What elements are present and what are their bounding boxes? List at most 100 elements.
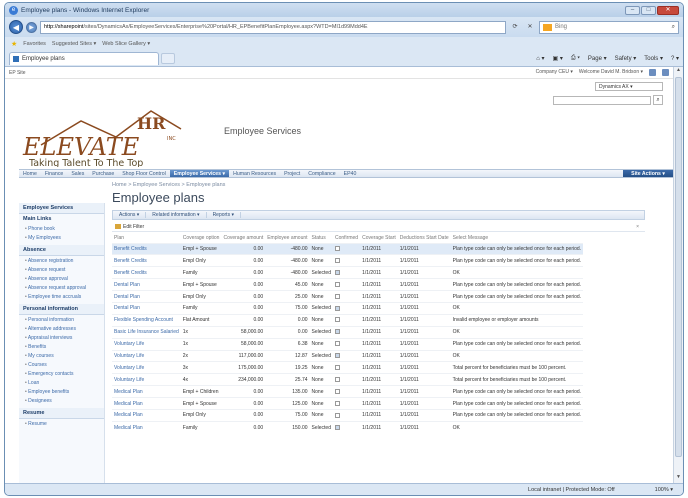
topnav-sales[interactable]: Sales [67,171,88,177]
confirmed-checkbox[interactable] [335,365,340,371]
tab-employee-plans[interactable]: Employee plans [9,52,159,65]
cell-plan[interactable]: Dental Plan [112,278,181,291]
cell-plan[interactable]: Voluntary Life [112,361,181,374]
new-tab-button[interactable] [161,53,175,64]
favorites-button[interactable]: Favorites [23,41,46,47]
confirmed-checkbox[interactable] [335,269,340,275]
home-icon[interactable]: ⌂ ▾ [536,55,544,62]
nav-header-resume[interactable]: Resume [19,408,104,419]
related-information-menu[interactable]: Related information ▾ [146,212,207,218]
cell-plan[interactable]: Benefit Credits [112,242,181,255]
table-row[interactable]: Voluntary Life 3x 175,000.00 19.25 None 1/1/2… [112,361,584,374]
confirmed-checkbox[interactable] [335,341,340,347]
minimize-button[interactable]: – [625,5,640,15]
col-plan[interactable]: Plan [112,233,181,243]
confirmed-checkbox[interactable] [335,329,340,335]
confirmed-checkbox[interactable] [335,412,340,418]
table-row[interactable]: Medical Plan Empl Only 0.00 75.00 None 1/1/20… [112,408,584,422]
col-coverage-option[interactable]: Coverage option [181,233,222,243]
table-row[interactable]: Medical Plan Family 0.00 150.00 Selected 1/1/… [112,420,584,434]
nav-item-employee-benefits[interactable]: Employee benefits [19,387,104,396]
search-icon[interactable]: ⌕ [672,24,675,31]
col-deductions-start[interactable]: Deductions Start Date [398,233,451,243]
nav-item-emergency-contacts[interactable]: Emergency contacts [19,369,104,378]
confirmed-checkbox[interactable] [335,293,340,299]
print-icon[interactable]: ⎙ ▾ [571,55,580,62]
topnav-compliance[interactable]: Compliance [304,171,339,177]
table-row[interactable]: Medical Plan Empl + Children 0.00 135.00 Non… [112,385,584,398]
nav-item-absence-request[interactable]: Absence request [19,265,104,274]
search-input[interactable]: Bing ⌕ [539,20,679,34]
cell-plan[interactable]: Voluntary Life [112,349,181,362]
topnav-finance[interactable]: Finance [41,171,67,177]
scroll-thumb[interactable] [675,77,682,457]
nav-item-appraisal-interviews[interactable]: Appraisal interviews [19,333,104,342]
nav-item-personal-information[interactable]: Personal information [19,315,104,324]
topnav-home[interactable]: Home [19,171,41,177]
nav-item-absence-request-approval[interactable]: Absence request approval [19,283,104,292]
favorites-item-suggested[interactable]: Suggested Sites ▾ [52,41,96,47]
scroll-up-icon[interactable]: ▲ [674,67,683,76]
company-selector[interactable]: Company CEU ▾ [536,69,573,76]
nav-item-phone-book[interactable]: Phone book [19,224,104,233]
vertical-scrollbar[interactable]: ▲ ▼ [673,67,683,483]
cell-plan[interactable]: Basic Life Insurance Salaried [112,325,181,339]
nav-item-loan[interactable]: Loan [19,378,104,387]
table-row[interactable]: Dental Plan Empl Only 0.00 25.00 None 1/1/201… [112,290,584,303]
welcome-menu[interactable]: Welcome David M. Bridson ▾ [579,69,643,76]
col-coverage-amount[interactable]: Coverage amount [221,233,265,243]
col-confirmed[interactable]: Confirmed [333,233,360,243]
confirmed-checkbox[interactable] [335,305,340,311]
table-row[interactable]: Dental Plan Family 0.00 75.00 Selected 1/1/20… [112,301,584,315]
topnav-employee-services[interactable]: Employee Services ▾ [169,170,230,177]
col-status[interactable]: Status [310,233,333,243]
nav-item-benefits[interactable]: Benefits [19,342,104,351]
nav-item-my-courses[interactable]: My courses [19,351,104,360]
nav-item-my-employees[interactable]: My Employees [19,233,104,242]
breadcrumb[interactable]: Home > Employee Services > Employee plan… [112,182,225,188]
reports-menu[interactable]: Reports ▾ [207,212,241,218]
nav-item-resume[interactable]: Resume [19,419,104,428]
nav-item-absence-approval[interactable]: Absence approval [19,274,104,283]
table-row[interactable]: Voluntary Life 4x 234,000.00 25.74 None 1/1/2… [112,373,584,386]
table-row[interactable]: Basic Life Insurance Salaried 1x 58,000.00… [112,325,584,339]
feeds-icon[interactable]: ▣ ▾ [553,55,563,62]
help-page-icon[interactable] [649,69,656,76]
scope-dropdown[interactable]: Dynamics AX ▾ [595,82,663,91]
confirmed-checkbox[interactable] [335,400,340,406]
confirmed-checkbox[interactable] [335,317,340,323]
topnav-human-resources[interactable]: Human Resources [229,171,280,177]
topnav-shop-floor[interactable]: Shop Floor Control [118,171,170,177]
site-search-input[interactable] [553,95,651,105]
forward-button[interactable]: ▶ [26,21,37,33]
maximize-button[interactable]: □ [641,5,656,15]
nav-item-absence-registration[interactable]: Absence registration [19,256,104,265]
col-select-message[interactable]: Select Message [451,233,583,243]
site-search-icon[interactable]: ⌕ [653,95,663,105]
filter-close-icon[interactable]: × [636,224,639,230]
safety-menu[interactable]: Safety ▾ [615,55,637,62]
nav-item-alternative-addresses[interactable]: Alternative addresses [19,324,104,333]
help-icon[interactable]: ? ▾ [671,55,679,62]
confirmed-checkbox[interactable] [335,353,340,359]
table-row[interactable]: Benefit Credits Empl + Spouse 0.00 -480.00 N… [112,242,584,255]
table-row[interactable]: Flexible Spending Account Flat Amount 0.00… [112,313,584,327]
table-row[interactable]: Voluntary Life 1x 58,000.00 6.38 None 1/1/201… [112,337,584,351]
site-actions-button[interactable]: Site Actions ▾ [623,170,673,177]
confirmed-checkbox[interactable] [335,281,340,287]
confirmed-checkbox[interactable] [335,388,340,394]
table-row[interactable]: Voluntary Life 2x 117,000.00 12.87 Selected 1… [112,349,584,362]
nav-header-personal-information[interactable]: Personal information [19,304,104,315]
confirmed-checkbox[interactable] [335,424,340,430]
cell-plan[interactable]: Voluntary Life [112,373,181,386]
tools-menu[interactable]: Tools ▾ [644,55,663,62]
nav-item-courses[interactable]: Courses [19,360,104,369]
table-row[interactable]: Benefit Credits Family 0.00 -480.00 Selected… [112,266,584,279]
topnav-purchase[interactable]: Purchase [88,171,118,177]
edit-filter-link[interactable]: Edit Filter [123,224,144,230]
favorites-item-webslice[interactable]: Web Slice Gallery ▾ [102,41,150,47]
cell-plan[interactable]: Medical Plan [112,420,181,434]
table-row[interactable]: Dental Plan Empl + Spouse 0.00 45.00 None 1/1… [112,278,584,291]
address-bar[interactable]: http://sharepoint/sites/DynamicsAx/Emplo… [40,20,506,34]
refresh-icon[interactable]: ⟳ [509,21,521,33]
